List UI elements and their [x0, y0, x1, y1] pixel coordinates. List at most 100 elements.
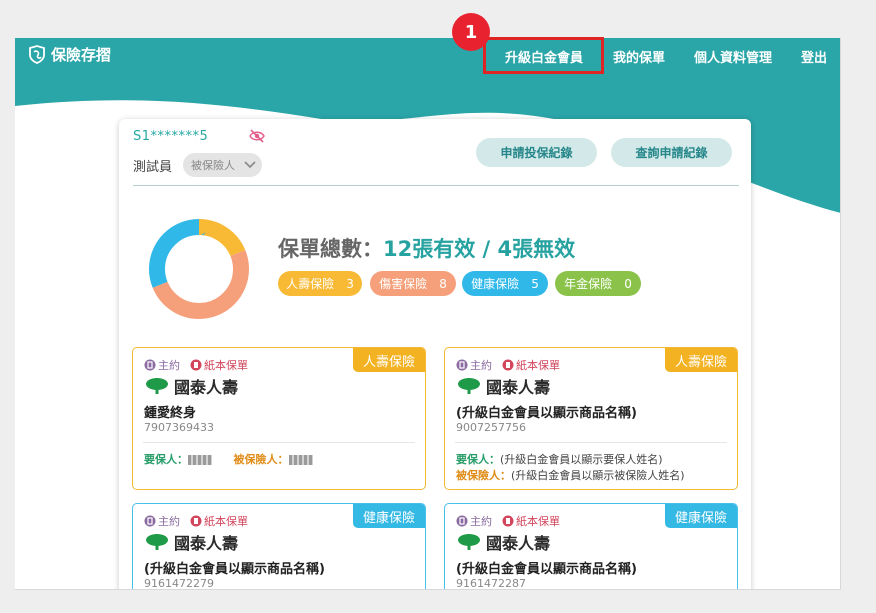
- policy-type-tag: 人壽保險: [664, 348, 737, 372]
- step-number-badge: 1: [452, 13, 490, 51]
- masked-insured-name: [288, 455, 313, 465]
- role-select-value: 被保險人: [191, 159, 235, 172]
- paper-policy-icon: [502, 359, 514, 371]
- nav-my-policies[interactable]: 我的保單: [613, 47, 665, 66]
- policy-number: 7907369433: [144, 421, 214, 434]
- insurer-brand: 國泰人壽: [145, 374, 238, 398]
- browser-viewport: 保險存摺 升級白金會員 我的保單 個人資料管理 登出 S1*******5 測試…: [15, 38, 841, 590]
- app-logo-text: 保險存摺: [51, 46, 112, 64]
- main-contract-icon: [144, 359, 156, 371]
- query-record-button[interactable]: 查詢申請紀錄: [611, 138, 732, 167]
- insurer-name: 國泰人壽: [174, 378, 239, 397]
- shield-logo-icon: [29, 44, 45, 64]
- nav-profile-management[interactable]: 個人資料管理: [694, 47, 772, 66]
- apply-record-button[interactable]: 申請投保紀錄: [476, 138, 597, 167]
- policy-card[interactable]: 健康保險 主約 紙本保單 國泰人壽 (升級白金會員以顯示商品名稱) 916147…: [132, 503, 426, 590]
- category-tag-count: 0: [624, 276, 632, 291]
- main-contract-icon: [456, 515, 468, 527]
- category-tag-label: 健康保險: [471, 277, 520, 291]
- flag-label: 主約: [470, 515, 492, 528]
- product-name: (升級白金會員以顯示商品名稱): [456, 562, 637, 577]
- flag-label: 主約: [158, 515, 180, 528]
- product-name: 鍾愛終身: [144, 406, 197, 421]
- flag-label: 紙本保單: [516, 359, 560, 372]
- category-tag-label: 年金保險: [564, 277, 613, 291]
- tree-logo-icon: [458, 534, 480, 550]
- section-divider: [133, 185, 739, 186]
- main-contract-flag: 主約: [456, 513, 492, 529]
- product-name: (升級白金會員以顯示商品名稱): [144, 562, 325, 577]
- nav-upgrade-platinum[interactable]: 升級白金會員: [505, 47, 583, 66]
- user-name: 測試員: [133, 160, 173, 175]
- card-divider: [143, 442, 415, 443]
- product-name: (升級白金會員以顯示商品名稱): [456, 406, 637, 421]
- insurer-name: 國泰人壽: [486, 378, 551, 397]
- summary-label: 保單總數：: [278, 237, 383, 261]
- policy-type-tag: 健康保險: [664, 504, 737, 528]
- holder-label: 要保人：: [456, 453, 500, 466]
- flag-label: 紙本保單: [204, 515, 248, 528]
- category-tag-count: 5: [531, 276, 539, 291]
- eye-off-icon[interactable]: [249, 128, 265, 147]
- main-contract-flag: 主約: [144, 513, 180, 529]
- tree-logo-icon: [146, 378, 168, 394]
- nav-logout[interactable]: 登出: [801, 47, 827, 66]
- user-id-masked: S1*******5: [133, 129, 209, 144]
- insurer-name: 國泰人壽: [486, 534, 551, 553]
- holder-row: 要保人：(升級白金會員以顯示要保人姓名): [456, 451, 663, 467]
- policy-type-tag: 健康保險: [352, 504, 425, 528]
- insured-label: 被保險人：: [456, 469, 511, 482]
- main-contract-flag: 主約: [456, 357, 492, 373]
- paper-policy-flag: 紙本保單: [190, 513, 248, 529]
- paper-policy-flag: 紙本保單: [502, 513, 560, 529]
- holder-value: (升級白金會員以顯示要保人姓名): [500, 453, 663, 466]
- category-tag-label: 人壽保險: [286, 277, 335, 291]
- flag-label: 紙本保單: [204, 359, 248, 372]
- insurer-brand: 國泰人壽: [145, 530, 238, 554]
- category-tag-count: 8: [439, 276, 447, 291]
- category-tag-count: 3: [346, 276, 354, 291]
- holder-label: 要保人：: [144, 453, 188, 466]
- category-tag-annuity[interactable]: 年金保險 0: [555, 271, 641, 296]
- insurer-name: 國泰人壽: [174, 534, 239, 553]
- insurer-brand: 國泰人壽: [457, 530, 550, 554]
- insured-value: (升級白金會員以顯示被保險人姓名): [511, 469, 685, 482]
- tree-logo-icon: [458, 378, 480, 394]
- policy-card[interactable]: 人壽保險 主約 紙本保單 國泰人壽 鍾愛終身 7907369433 要保人： 被…: [132, 347, 426, 490]
- policy-summary-panel: S1*******5 測試員 被保險人 申請投保紀錄 查詢申請紀錄 保單總數：1…: [119, 119, 751, 590]
- summary-valid: 12張有效: [383, 237, 476, 261]
- top-nav: 保險存摺 升級白金會員 我的保單 個人資料管理 登出: [15, 38, 840, 72]
- main-contract-flag: 主約: [144, 357, 180, 373]
- paper-policy-icon: [502, 515, 514, 527]
- policy-parties: 要保人： 被保險人：: [144, 451, 313, 467]
- flag-label: 主約: [470, 359, 492, 372]
- policy-total-summary: 保單總數：12張有效 / 4張無效: [278, 233, 575, 263]
- category-tag-health[interactable]: 健康保險 5: [462, 271, 548, 296]
- main-contract-icon: [144, 515, 156, 527]
- flag-label: 主約: [158, 359, 180, 372]
- app-logo[interactable]: 保險存摺: [27, 44, 111, 65]
- main-contract-icon: [456, 359, 468, 371]
- policy-type-tag: 人壽保險: [352, 348, 425, 372]
- paper-policy-icon: [190, 515, 202, 527]
- policy-type-donut-chart: [149, 219, 249, 319]
- insured-label: 被保險人：: [233, 453, 289, 466]
- policy-card[interactable]: 健康保險 主約 紙本保單 國泰人壽 (升級白金會員以顯示商品名稱) 916147…: [444, 503, 738, 589]
- summary-separator: /: [475, 237, 498, 261]
- paper-policy-icon: [190, 359, 202, 371]
- policy-card[interactable]: 人壽保險 主約 紙本保單 國泰人壽 (升級白金會員以顯示商品名稱) 900725…: [444, 347, 738, 490]
- policy-number: 9007257756: [456, 421, 526, 434]
- category-tag-label: 傷害保險: [379, 277, 428, 291]
- masked-holder-name: [188, 455, 212, 465]
- category-tag-accident[interactable]: 傷害保險 8: [370, 271, 456, 296]
- chevron-down-icon: [244, 161, 256, 169]
- insurer-brand: 國泰人壽: [457, 374, 550, 398]
- category-tag-life[interactable]: 人壽保險 3: [278, 271, 362, 296]
- role-select[interactable]: 被保險人: [183, 153, 262, 177]
- policy-number: 9161472279: [144, 577, 214, 590]
- flag-label: 紙本保單: [516, 515, 560, 528]
- paper-policy-flag: 紙本保單: [190, 357, 248, 373]
- card-divider: [455, 442, 727, 443]
- tree-logo-icon: [146, 534, 168, 550]
- insured-row: 被保險人：(升級白金會員以顯示被保險人姓名): [456, 467, 685, 483]
